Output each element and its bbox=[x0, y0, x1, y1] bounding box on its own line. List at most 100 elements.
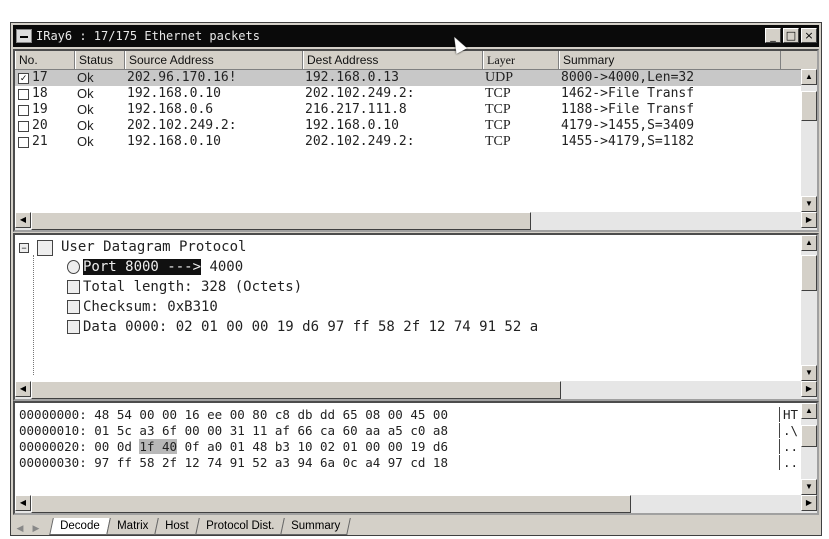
row-summary-cell: 4179->1455,S=3409 bbox=[561, 118, 695, 133]
row-layer-cell: TCP bbox=[485, 134, 511, 149]
row-dest-cell: 216.217.111.8 bbox=[305, 102, 407, 117]
row-dest-cell: 202.102.249.2: bbox=[305, 134, 415, 149]
window-title: IRay6 : 17/175 Ethernet packets bbox=[36, 29, 260, 43]
scroll-down-icon[interactable]: ▼ bbox=[801, 365, 817, 381]
row-no-cell: 19 bbox=[15, 102, 75, 118]
minimize-button[interactable]: _ bbox=[765, 28, 781, 43]
hex-bytes: 48 54 00 00 16 ee 00 80 c8 db dd 65 08 0… bbox=[94, 407, 448, 422]
row-checkbox[interactable] bbox=[18, 88, 29, 100]
decode-vscroll[interactable]: ▲ ▼ bbox=[801, 235, 817, 381]
decode-hscroll[interactable]: ◀ ▶ bbox=[15, 381, 817, 399]
table-row[interactable]: 19 Ok 192.168.0.6 216.217.111.8 TCP 1188… bbox=[15, 102, 817, 118]
hscroll-thumb[interactable] bbox=[31, 381, 561, 399]
port-node-icon bbox=[67, 260, 80, 274]
scroll-left-icon[interactable]: ◀ bbox=[15, 381, 31, 397]
hex-line[interactable]: 00000010: 01 5c a3 6f 00 00 31 11 af 66 … bbox=[19, 423, 798, 438]
tab-decode[interactable]: Decode bbox=[49, 518, 111, 535]
tab-summary[interactable]: Summary bbox=[280, 518, 352, 535]
scroll-up-icon[interactable]: ▲ bbox=[801, 235, 817, 251]
hex-bytes: 01 5c a3 6f 00 00 31 11 af 66 ca 60 aa a… bbox=[94, 423, 448, 438]
port-dest-text: 4000 bbox=[209, 259, 244, 275]
tree-item-total-length[interactable]: Total length: 328 (Octets) bbox=[83, 279, 302, 295]
hscroll-thumb[interactable] bbox=[31, 212, 531, 230]
tab-matrix[interactable]: Matrix bbox=[105, 518, 159, 535]
packet-list-vscroll[interactable]: ▲ ▼ bbox=[801, 69, 817, 212]
row-source-cell: 192.168.0.6 bbox=[127, 102, 214, 117]
col-header-layer[interactable]: Layer bbox=[483, 51, 559, 69]
scroll-up-icon[interactable]: ▲ bbox=[801, 403, 817, 419]
row-no-cell: 18 bbox=[15, 86, 75, 102]
table-row[interactable]: 18 Ok 192.168.0.10 202.102.249.2: TCP 14… bbox=[15, 86, 817, 102]
col-header-status[interactable]: Status bbox=[75, 51, 125, 69]
row-checkbox[interactable] bbox=[18, 104, 29, 116]
row-checkbox[interactable] bbox=[18, 136, 29, 148]
hex-line[interactable]: 00000000: 48 54 00 00 16 ee 00 80 c8 db … bbox=[19, 407, 798, 422]
row-checkbox[interactable]: ✓ bbox=[18, 72, 29, 84]
row-no-cell: 21 bbox=[15, 134, 75, 150]
tab-protocol-dist[interactable]: Protocol Dist. bbox=[194, 518, 285, 535]
tree-item-port[interactable]: Port 8000 ---> 4000 bbox=[83, 259, 243, 275]
hscroll-thumb[interactable] bbox=[31, 495, 631, 513]
hex-offset: 00000000: bbox=[19, 407, 87, 422]
tree-item-data[interactable]: Data 0000: 02 01 00 00 19 d6 97 ff 58 2f… bbox=[83, 319, 538, 335]
scroll-thumb[interactable] bbox=[801, 255, 817, 291]
scroll-thumb[interactable] bbox=[801, 91, 817, 121]
maximize-button[interactable]: □ bbox=[783, 28, 799, 43]
hex-offset: 00000020: bbox=[19, 439, 87, 454]
row-summary-cell: 8000->4000,Len=32 bbox=[561, 70, 695, 85]
row-status-cell: Ok bbox=[77, 102, 94, 117]
col-header-summary[interactable]: Summary bbox=[559, 51, 781, 69]
hex-line[interactable]: 00000020: 00 0d 1f 40 0f a0 01 48 b3 10 … bbox=[19, 439, 798, 454]
tab-prev-icon[interactable]: ◀ bbox=[13, 521, 27, 535]
row-source-cell: 202.96.170.16! bbox=[127, 70, 237, 85]
hex-vscroll[interactable]: ▲ ▼ bbox=[801, 403, 817, 495]
row-status-cell: Ok bbox=[77, 118, 94, 133]
hex-ascii: .. bbox=[779, 439, 798, 454]
row-layer-cell: TCP bbox=[485, 102, 511, 117]
row-summary-cell: 1455->4179,S=1182 bbox=[561, 134, 695, 149]
row-summary-cell: 1462->File Transf bbox=[561, 86, 695, 101]
scroll-thumb[interactable] bbox=[801, 425, 817, 447]
scroll-right-icon[interactable]: ▶ bbox=[801, 495, 817, 511]
scroll-left-icon[interactable]: ◀ bbox=[15, 212, 31, 228]
hex-ascii: .. bbox=[779, 455, 798, 470]
row-status-cell: Ok bbox=[77, 70, 94, 85]
row-dest-cell: 192.168.0.13 bbox=[305, 70, 399, 85]
scroll-up-icon[interactable]: ▲ bbox=[801, 69, 817, 85]
tree-root-udp[interactable]: User Datagram Protocol bbox=[61, 239, 246, 255]
scroll-down-icon[interactable]: ▼ bbox=[801, 196, 817, 212]
scroll-right-icon[interactable]: ▶ bbox=[801, 212, 817, 228]
tab-host[interactable]: Host bbox=[154, 518, 200, 535]
packet-list-hscroll[interactable]: ◀ ▶ bbox=[15, 212, 817, 230]
row-checkbox[interactable] bbox=[18, 120, 29, 132]
hex-bytes-post: 0f a0 01 48 b3 10 02 01 00 00 19 d6 bbox=[177, 439, 448, 454]
title-bar[interactable]: IRay6 : 17/175 Ethernet packets _ □ × bbox=[13, 25, 819, 47]
hex-ascii: .\ bbox=[779, 423, 798, 438]
tree-item-checksum[interactable]: Checksum: 0xB310 bbox=[83, 299, 218, 315]
row-layer-cell: TCP bbox=[485, 118, 511, 133]
row-status-cell: Ok bbox=[77, 86, 94, 101]
row-status-cell: Ok bbox=[77, 134, 94, 149]
hex-pane: 00000000: 48 54 00 00 16 ee 00 80 c8 db … bbox=[13, 401, 819, 515]
decode-tree-pane: − User Datagram Protocol Port 8000 ---> … bbox=[13, 233, 819, 401]
packet-list-pane: No. Status Source Address Dest Address L… bbox=[13, 49, 819, 232]
table-row[interactable]: 20 Ok 202.102.249.2: 192.168.0.10 TCP 41… bbox=[15, 118, 817, 134]
scroll-left-icon[interactable]: ◀ bbox=[15, 495, 31, 511]
table-row[interactable]: 21 Ok 192.168.0.10 202.102.249.2: TCP 14… bbox=[15, 134, 817, 150]
field-node-icon bbox=[67, 280, 80, 294]
row-source-cell: 192.168.0.10 bbox=[127, 86, 221, 101]
close-button[interactable]: × bbox=[801, 28, 817, 43]
table-row[interactable]: ✓ 17 Ok 202.96.170.16! 192.168.0.13 UDP … bbox=[15, 70, 817, 86]
protocol-icon bbox=[37, 240, 53, 256]
hex-ascii: HT bbox=[779, 407, 798, 422]
col-header-no[interactable]: No. bbox=[15, 51, 75, 69]
tab-next-icon[interactable]: ▶ bbox=[29, 521, 43, 535]
hex-hscroll[interactable]: ◀ ▶ bbox=[15, 495, 817, 513]
scroll-right-icon[interactable]: ▶ bbox=[801, 381, 817, 397]
col-header-source[interactable]: Source Address bbox=[125, 51, 303, 69]
hex-highlight: 1f 40 bbox=[139, 439, 178, 454]
scroll-down-icon[interactable]: ▼ bbox=[801, 479, 817, 495]
hex-bytes: 00 0d bbox=[94, 439, 140, 454]
hex-line[interactable]: 00000030: 97 ff 58 2f 12 74 91 52 a3 94 … bbox=[19, 455, 798, 470]
collapse-icon[interactable]: − bbox=[19, 243, 29, 253]
